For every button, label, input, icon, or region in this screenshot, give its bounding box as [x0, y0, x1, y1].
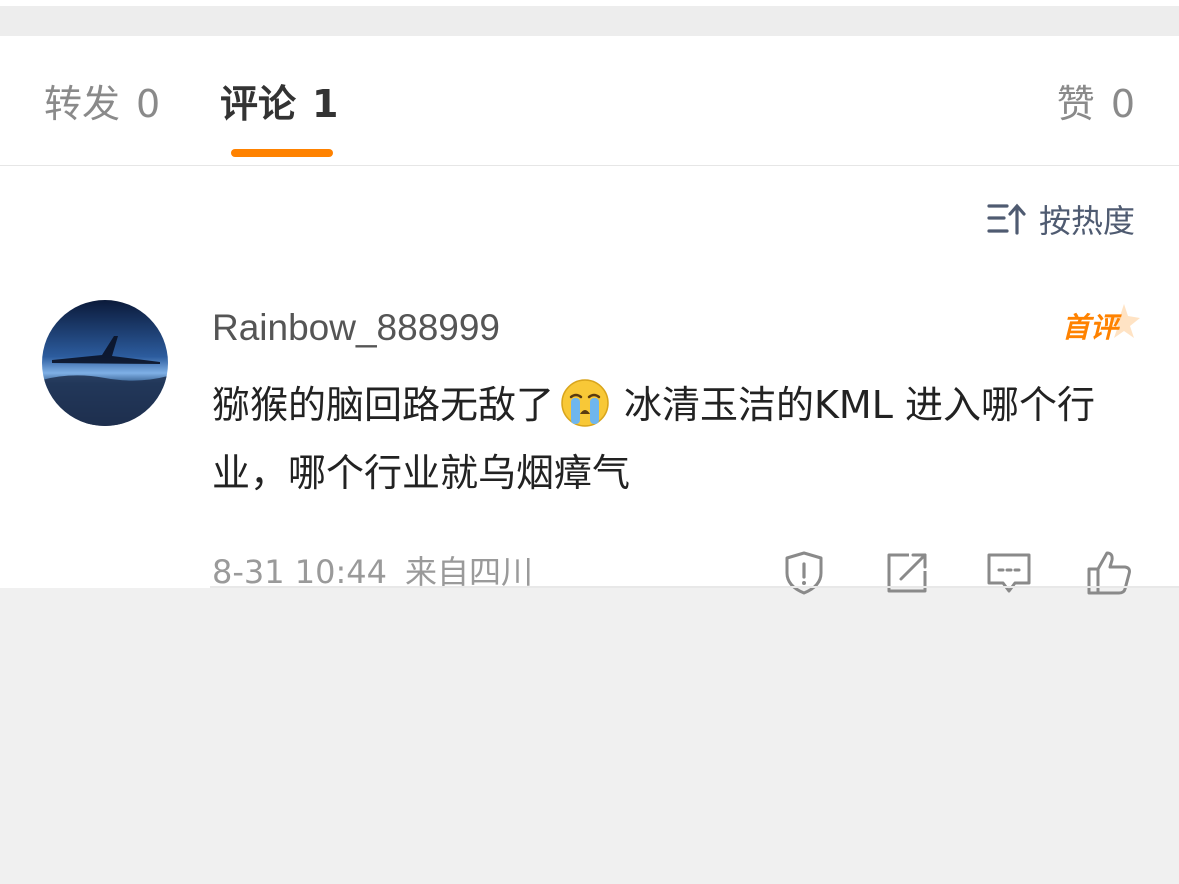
share-button[interactable]: [883, 549, 931, 597]
comment-text-part1: 猕猴的脑回路无敌了: [212, 383, 555, 427]
comment-text: 猕猴的脑回路无敌了 冰清玉洁的KML 进入哪个行业，哪个行业就乌烟瘴气: [212, 371, 1132, 507]
comment-item: Rainbow_888999 首评 猕猴的脑回路无敌了 冰清玉洁的KML 进入哪…: [0, 296, 1179, 595]
tab-like[interactable]: 赞0: [1057, 80, 1135, 128]
sort-button[interactable]: 按热度: [987, 196, 1135, 242]
tab-repost-count: 0: [136, 82, 161, 126]
tab-comment-label: 评论: [220, 82, 297, 126]
report-icon: [785, 551, 823, 595]
avatar-image: [42, 300, 168, 426]
first-comment-label: 首评: [1062, 311, 1119, 344]
tab-repost[interactable]: 转发 0: [44, 80, 160, 128]
comment-panel: 转发 0 评论 1 赞0 按热度 Rainbow_888999 首评 猕猴的脑回…: [0, 36, 1179, 595]
divider: [210, 586, 1179, 588]
top-gap: [0, 0, 1179, 36]
comment-button[interactable]: [985, 549, 1033, 597]
sort-icon: [987, 203, 1026, 235]
username[interactable]: Rainbow_888999: [212, 304, 500, 352]
tab-bar: 转发 0 评论 1 赞0: [0, 36, 1179, 166]
tab-comment-count: 1: [312, 82, 339, 126]
crying-emoji-icon: [561, 379, 609, 427]
like-button[interactable]: [1085, 549, 1133, 597]
first-comment-badge: 首评: [1062, 304, 1140, 346]
sort-label: 按热度: [1038, 202, 1135, 240]
tab-like-label: 赞: [1056, 82, 1095, 126]
share-icon: [887, 553, 927, 593]
tab-repost-label: 转发: [44, 82, 121, 126]
avatar[interactable]: [42, 300, 168, 426]
active-tab-indicator: [231, 149, 333, 157]
comment-icon: [987, 553, 1031, 593]
like-icon: [1087, 551, 1131, 595]
tab-comment[interactable]: 评论 1: [220, 80, 338, 128]
report-button[interactable]: [780, 549, 828, 597]
tab-like-count: 0: [1110, 82, 1135, 126]
